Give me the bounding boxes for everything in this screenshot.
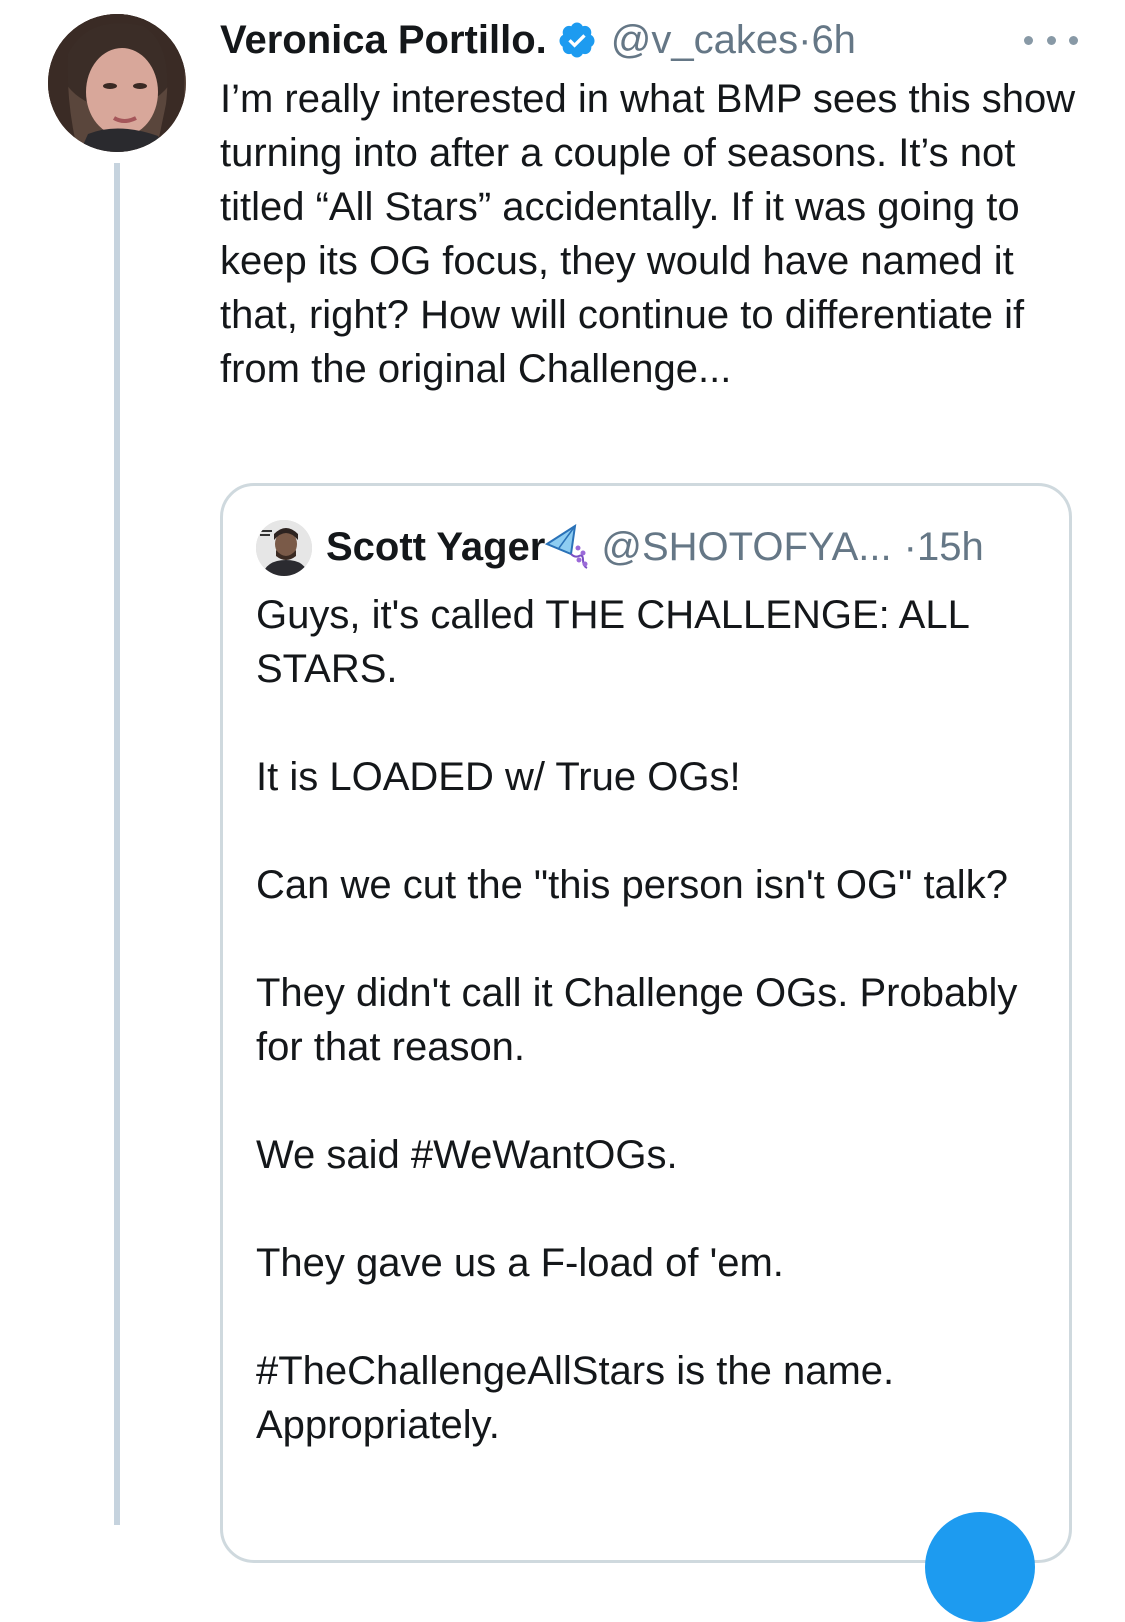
author-handle[interactable]: @v_cakes (611, 18, 798, 63)
tweet-timestamp[interactable]: 6h (811, 18, 856, 63)
meta-separator: · (798, 17, 812, 62)
quoted-paragraph: They gave us a F-load of 'em. (256, 1241, 784, 1285)
quoted-paragraph: It is LOADED w/ True OGs! (256, 755, 741, 799)
quoted-paragraph: We said #WeWantOGs. (256, 1133, 678, 1177)
quoted-avatar-photo (256, 520, 312, 576)
quoted-tweet-header: Scott Yager @SHOTOFYA... · 15h (326, 522, 1046, 572)
quoted-author-avatar (256, 520, 312, 576)
tweet-header: Veronica Portillo. @v_cakes · 6h (220, 14, 1100, 66)
quoted-paragraph: They didn't call it Challenge OGs. Proba… (256, 971, 1018, 1069)
quoted-author-name: Scott Yager (326, 524, 546, 569)
quoted-paragraph: Can we cut the "this person isn't OG" ta… (256, 863, 1008, 907)
quoted-tweet-timestamp: 15h (916, 524, 984, 569)
quoted-paragraph: #TheChallengeAllStars is the name. Appro… (256, 1349, 895, 1447)
quoted-paragraph: Guys, it's called THE CHALLENGE: ALL STA… (256, 593, 969, 691)
quoted-meta-separator: · (903, 524, 917, 569)
more-dot (1046, 35, 1056, 45)
more-dot (1024, 35, 1033, 45)
quoted-tweet-text: Guys, it's called THE CHALLENGE: ALL STA… (256, 588, 1056, 1506)
author-display-name[interactable]: Veronica Portillo. (220, 18, 547, 63)
quoted-author-handle: @SHOTOFYA... (601, 524, 892, 569)
author-avatar[interactable] (48, 14, 186, 152)
thread-connector-line (114, 163, 120, 1525)
avatar-photo (48, 14, 186, 152)
verified-badge-icon (557, 20, 597, 60)
kite-emoji-icon (545, 524, 593, 570)
tweet-text: I’m really interested in what BMP sees t… (220, 77, 1076, 391)
compose-button[interactable] (925, 1512, 1035, 1622)
more-options-icon[interactable] (1024, 18, 1078, 62)
more-dot (1069, 35, 1078, 45)
